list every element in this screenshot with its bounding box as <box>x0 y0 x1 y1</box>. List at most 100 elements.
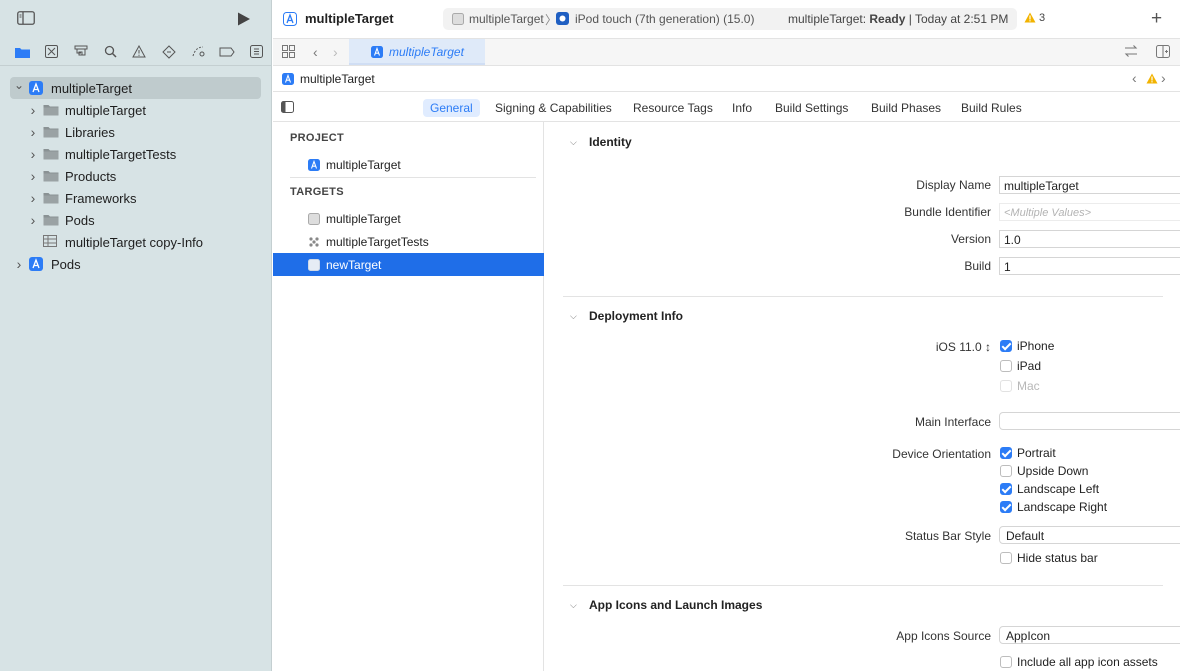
disclosure-collapsed-icon[interactable]: › <box>27 168 39 184</box>
device-iphone-checkbox[interactable]: iPhone <box>1000 338 1054 354</box>
tab-info[interactable]: Info <box>732 99 752 117</box>
disclosure-collapsed-icon[interactable]: › <box>27 124 39 140</box>
back-chevron-icon[interactable]: ‹ <box>313 44 318 60</box>
related-items-icon[interactable] <box>1124 45 1138 60</box>
status-bar-style-popup[interactable]: Default <box>999 526 1180 544</box>
jump-bar-item[interactable]: multipleTarget <box>300 72 375 86</box>
checkbox-box <box>1000 360 1012 372</box>
include-all-icons-checkbox[interactable]: Include all app icon assets <box>1000 654 1158 670</box>
checkbox-box <box>1000 501 1012 513</box>
build-field[interactable]: 1 <box>999 257 1180 275</box>
disclosure-collapsed-icon[interactable]: › <box>13 256 25 272</box>
app-icons-title: App Icons and Launch Images <box>589 598 763 612</box>
orientation-landscape-left-checkbox[interactable]: Landscape Left <box>1000 481 1099 497</box>
xcodeproj-icon <box>29 257 45 271</box>
hide-targets-pane-icon[interactable] <box>281 101 294 116</box>
source-control-tab[interactable] <box>37 42 66 62</box>
bundle-identifier-field[interactable]: <Multiple Values> <box>999 203 1180 221</box>
folder-icon <box>43 169 59 183</box>
forward-chevron-icon[interactable]: › <box>333 44 338 60</box>
orientation-upside-down-checkbox[interactable]: Upside Down <box>1000 463 1088 479</box>
disclosure-collapsed-icon[interactable]: › <box>27 190 39 206</box>
orientation-portrait-checkbox[interactable]: Portrait <box>1000 445 1056 461</box>
navigator-item-label: multipleTarget <box>65 102 146 118</box>
orientation-landscape-right-checkbox[interactable]: Landscape Right <box>1000 499 1107 515</box>
sidebar-toggle-icon[interactable] <box>17 11 35 28</box>
app-icons-source-popup[interactable]: AppIcon <box>999 626 1180 644</box>
checkbox-box <box>1000 447 1012 459</box>
issue-navigator-tab[interactable] <box>125 42 154 62</box>
tab-general[interactable]: General <box>423 99 480 117</box>
target-editor-tabs: General Signing & Capabilities Resource Ta… <box>273 92 1180 122</box>
navigator-item[interactable]: › multipleTarget <box>0 99 271 121</box>
checkbox-box <box>1000 552 1012 564</box>
target-item[interactable]: newTarget <box>273 253 544 276</box>
target-item[interactable]: multipleTargetTests <box>273 230 544 253</box>
tab-build-settings[interactable]: Build Settings <box>775 99 848 117</box>
navigator-item[interactable]: ⌄ multipleTarget <box>10 77 261 99</box>
deployment-section-header[interactable]: ⌵ Deployment Info <box>570 309 683 323</box>
identity-title: Identity <box>589 135 632 149</box>
tab-build-phases[interactable]: Build Phases <box>871 99 941 117</box>
next-issue-icon[interactable]: › <box>1161 70 1166 86</box>
status-bar-style-value: Default <box>1006 529 1045 543</box>
general-settings: ⌵ Identity Display Name multipleTarget B… <box>545 122 1180 671</box>
split-editor-icon[interactable] <box>1156 45 1170 61</box>
breakpoint-navigator-tab[interactable] <box>213 42 242 62</box>
debug-navigator-tab[interactable] <box>183 42 212 62</box>
run-icon[interactable] <box>237 12 251 29</box>
checkbox-label: Landscape Right <box>1017 500 1108 514</box>
folder-icon <box>43 125 59 139</box>
editor-area: multipleTarget multipleTarget 〉 iPod tou… <box>273 0 1180 671</box>
identity-section-header[interactable]: ⌵ Identity <box>570 135 632 149</box>
disclosure-collapsed-icon[interactable]: › <box>27 212 39 228</box>
navigator-item[interactable]: › Frameworks <box>0 187 271 209</box>
device-ipad-checkbox[interactable]: iPad <box>1000 358 1041 374</box>
previous-issue-icon[interactable]: ‹ <box>1132 70 1137 86</box>
main-interface-combo[interactable] <box>999 412 1180 430</box>
version-label: Version <box>950 232 991 246</box>
disclosure-expanded-icon[interactable]: ⌄ <box>13 78 25 92</box>
checkbox-box <box>1000 465 1012 477</box>
warning-icon[interactable] <box>1024 12 1036 26</box>
app-icons-section-header[interactable]: ⌵ App Icons and Launch Images <box>570 598 762 612</box>
disclosure-collapsed-icon[interactable]: › <box>27 102 39 118</box>
tab-multipleTarget[interactable]: multipleTarget <box>349 39 485 65</box>
navigator-item-label: multipleTarget copy-Info <box>65 234 204 250</box>
hide-status-bar-checkbox[interactable]: Hide status bar <box>1000 550 1098 566</box>
target-item[interactable]: multipleTarget <box>273 207 544 230</box>
project-header: PROJECT <box>290 132 345 144</box>
warning-icon[interactable] <box>1146 73 1158 87</box>
navigator-item[interactable]: multipleTarget copy-Info <box>0 231 271 253</box>
navigator-item-label: Products <box>65 168 117 184</box>
navigator-item[interactable]: › Libraries <box>0 121 271 143</box>
navigator-item[interactable]: › Pods <box>0 209 271 231</box>
tab-signing-capabilities[interactable]: Signing & Capabilities <box>495 99 612 117</box>
navigator-item[interactable]: › Pods <box>0 253 271 275</box>
build-status: multipleTarget: Ready | Today at 2:51 PM <box>788 12 1008 26</box>
navigator-item-label: multipleTarget <box>51 80 132 96</box>
navigator-item[interactable]: › multipleTargetTests <box>0 143 271 165</box>
project-item-label: multipleTarget <box>326 157 401 172</box>
symbol-navigator-tab[interactable] <box>66 42 95 62</box>
report-navigator-tab[interactable] <box>242 42 271 62</box>
destination-selector[interactable]: iPod touch (7th generation) (15.0) <box>575 12 754 26</box>
tab-resource-tags[interactable]: Resource Tags <box>633 99 713 117</box>
project-item[interactable]: multipleTarget <box>273 153 544 176</box>
disclosure-collapsed-icon[interactable]: › <box>27 146 39 162</box>
grid-icon[interactable] <box>282 45 295 61</box>
section-divider <box>563 585 1163 586</box>
project-app-icon <box>308 158 320 171</box>
scheme-selector[interactable]: multipleTarget <box>469 12 544 26</box>
find-navigator-tab[interactable] <box>96 42 125 62</box>
window-toolbar: multipleTarget multipleTarget 〉 iPod tou… <box>273 0 1180 38</box>
test-navigator-tab[interactable] <box>154 42 183 62</box>
warning-count[interactable]: 3 <box>1039 12 1045 24</box>
version-field[interactable]: 1.0 <box>999 230 1180 248</box>
ios-version-popup[interactable]: iOS 11.0 ↕ <box>795 340 991 354</box>
project-navigator-tab[interactable] <box>8 42 37 62</box>
display-name-field[interactable]: multipleTarget <box>999 176 1180 194</box>
add-icon[interactable]: + <box>1151 9 1162 28</box>
navigator-item[interactable]: › Products <box>0 165 271 187</box>
tab-build-rules[interactable]: Build Rules <box>961 99 1022 117</box>
